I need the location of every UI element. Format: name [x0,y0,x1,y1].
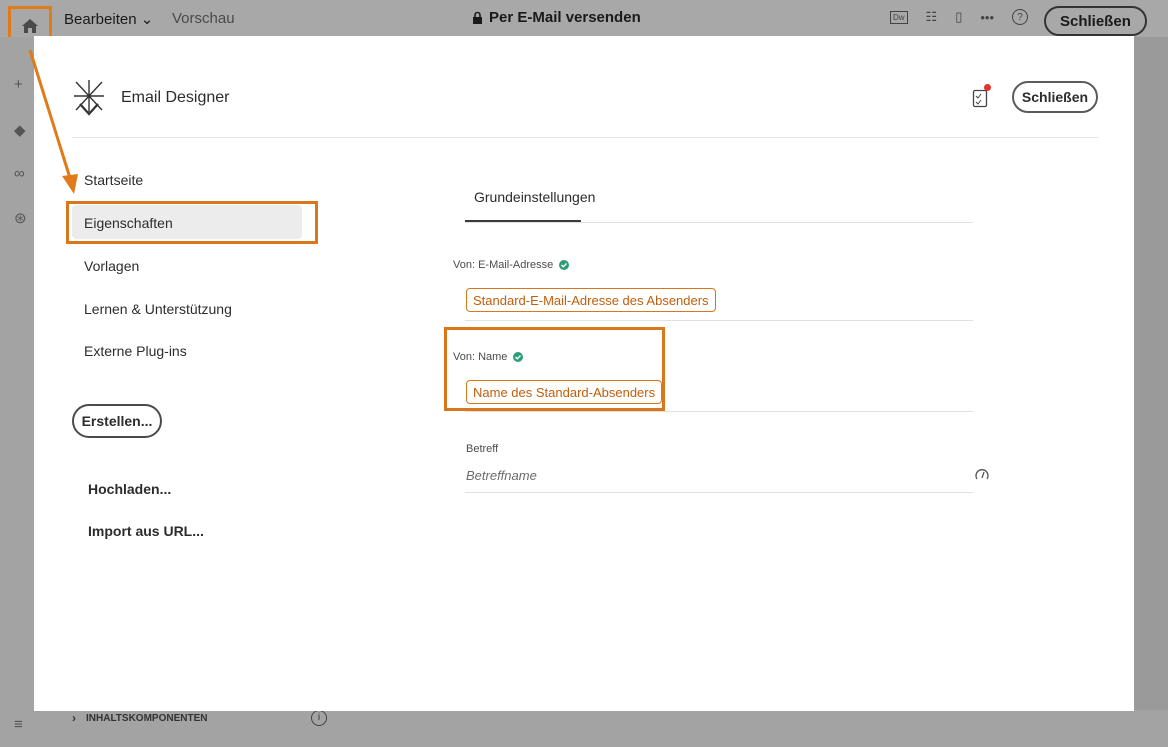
nav-item-plugins[interactable]: Externe Plug-ins [84,343,187,359]
fragment-icon[interactable]: ⊛ [14,209,27,227]
document-title: Per E-Mail versenden [472,9,641,26]
preview-tab[interactable]: Vorschau [172,10,235,27]
upload-link[interactable]: Hochladen... [88,481,171,497]
subject-label: Betreff [466,443,499,455]
tab-grundeinstellungen[interactable]: Grundeinstellungen [474,189,595,205]
field-divider [465,320,973,321]
more-icon[interactable]: ••• [980,10,994,25]
structure-icon[interactable]: ≡ [14,716,23,733]
header-divider [72,137,1098,138]
checklist-icon[interactable]: ☷ [926,9,938,25]
nav-item-startseite[interactable]: Startseite [84,172,143,188]
chevron-right-icon: › [72,711,76,725]
bottom-panel [40,710,1168,747]
close-button[interactable]: Schließen [1012,81,1098,113]
home-icon [22,19,38,33]
from-email-label: Von: E-Mail-Adresse [453,259,570,271]
nav-item-lernen[interactable]: Lernen & Unterstützung [84,301,232,317]
lock-icon [473,11,482,24]
link-icon[interactable]: ∞ [14,165,25,182]
app-name: Email Designer [121,89,230,106]
dreamweaver-icon[interactable]: Dw [889,10,908,24]
components-panel-header[interactable]: › INHALTSKOMPONENTEN [72,711,207,725]
create-button[interactable]: Erstellen... [72,404,162,438]
gauge-icon[interactable] [975,468,989,480]
info-icon[interactable]: i [311,710,327,726]
email-designer-logo-icon [74,80,104,116]
checkmark-icon [559,260,570,270]
notification-dot [984,84,991,91]
email-designer-dialog: Email Designer Schließen Startseite Eige… [34,36,1134,711]
from-email-field[interactable]: Standard-E-Mail-Adresse des Absenders [466,288,716,312]
subject-input[interactable]: Betreffname [466,468,537,483]
mobile-preview-icon[interactable]: ▯ [955,9,962,25]
field-divider [465,492,973,493]
checkmark-icon [513,352,524,362]
from-name-label: Von: Name [453,351,524,363]
nav-item-vorlagen[interactable]: Vorlagen [84,258,139,274]
toolbar-icons: Dw ☷ ▯ ••• ? [889,9,1028,25]
import-url-link[interactable]: Import aus URL... [88,523,204,539]
checklist-icon[interactable] [972,88,988,108]
highlight-eigenschaften [66,201,318,244]
tab-divider [465,222,973,223]
toolbar-close-button[interactable]: Schließen [1044,6,1147,36]
from-name-field[interactable]: Name des Standard-Absenders [466,380,663,404]
help-icon[interactable]: ? [1012,9,1028,25]
edit-menu[interactable]: Bearbeiten ⌄ [64,10,153,28]
field-divider [465,411,973,412]
chevron-down-icon: ⌄ [140,11,154,28]
add-icon[interactable]: + [14,76,23,93]
layers-icon[interactable]: ◆ [14,121,26,139]
